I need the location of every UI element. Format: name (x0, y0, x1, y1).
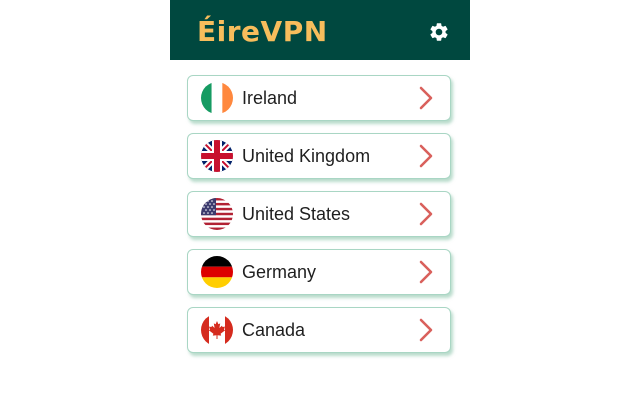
server-label: Ireland (242, 87, 298, 108)
brand-logo: ÉireVPN (197, 14, 328, 48)
uk-flag-icon (201, 140, 233, 172)
chevron-right-icon (419, 202, 433, 226)
server-item-canada[interactable]: Canada (187, 307, 451, 353)
header-bar: ÉireVPN (170, 0, 470, 60)
germany-flag-icon (201, 256, 233, 288)
server-label: Canada (242, 319, 306, 340)
chevron-right-icon (419, 86, 433, 110)
ireland-flag-icon (201, 82, 233, 114)
chevron-right-icon (419, 318, 433, 342)
server-item-united-kingdom[interactable]: United Kingdom (187, 133, 451, 179)
server-label: United Kingdom (242, 145, 371, 166)
chevron-right-icon (419, 144, 433, 168)
vpn-popup: ÉireVPN Ireland United Kingdom United St… (170, 0, 470, 400)
server-label: United States (242, 203, 351, 224)
server-item-germany[interactable]: Germany (187, 249, 451, 295)
us-flag-icon (201, 198, 233, 230)
chevron-right-icon (419, 260, 433, 284)
server-item-united-states[interactable]: United States (187, 191, 451, 237)
canada-flag-icon (201, 314, 233, 346)
server-item-ireland[interactable]: Ireland (187, 75, 451, 121)
server-list: Ireland United Kingdom United States Ger… (170, 60, 470, 353)
server-label: Germany (242, 261, 317, 282)
gear-icon[interactable] (428, 21, 450, 43)
